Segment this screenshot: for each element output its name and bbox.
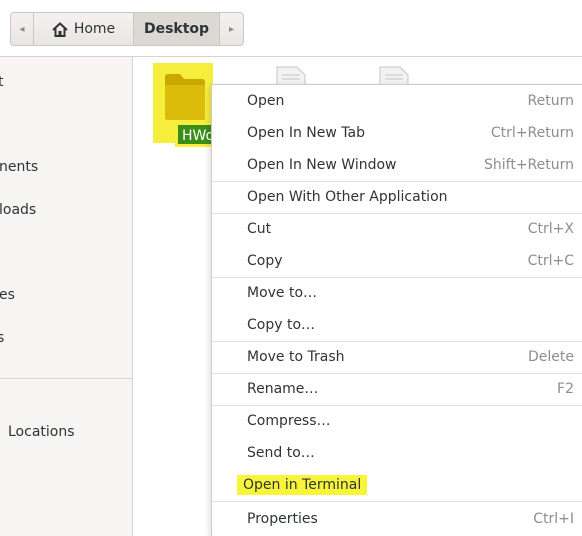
home-icon <box>52 21 68 37</box>
menu-item-label: Cut <box>247 221 272 237</box>
sidebar-item-label: loads <box>0 202 37 218</box>
sidebar-item-recent[interactable]: t <box>0 67 130 97</box>
menu-item-label: Move to Trash <box>247 349 345 365</box>
sidebar-item-label: t <box>0 74 4 90</box>
menu-item-open-new-window[interactable]: Open In New Window Shift+Return <box>212 149 582 181</box>
menu-item-move-to[interactable]: Move to… <box>212 277 582 309</box>
sidebar-item-other-locations[interactable]: Locations <box>8 417 140 447</box>
path-bar: ◂ Home Desktop ▸ <box>10 12 244 46</box>
menu-item-compress[interactable]: Compress… <box>212 405 582 437</box>
menu-item-open-with[interactable]: Open With Other Application <box>212 181 582 213</box>
path-desktop-button[interactable]: Desktop <box>134 12 220 46</box>
menu-item-copy-to[interactable]: Copy to… <box>212 309 582 341</box>
path-home-label: Home <box>73 21 116 37</box>
menu-item-open-in-terminal[interactable]: Open in Terminal <box>212 469 582 501</box>
menu-item-label: Open In New Window <box>247 157 397 173</box>
menu-item-label: Compress… <box>247 413 331 429</box>
document-icon[interactable] <box>378 65 410 85</box>
sidebar-item-documents[interactable]: nents <box>0 152 131 182</box>
sidebar-item-downloads[interactable]: loads <box>0 195 131 225</box>
menu-item-open-new-tab[interactable]: Open In New Tab Ctrl+Return <box>212 117 582 149</box>
menu-item-accel: Ctrl+Return <box>490 125 574 141</box>
path-forward-button[interactable]: ▸ <box>220 12 244 46</box>
menu-item-send-to[interactable]: Send to… <box>212 437 582 469</box>
menu-item-cut[interactable]: Cut Ctrl+X <box>212 213 582 245</box>
menu-item-label: Move to… <box>247 285 318 301</box>
sidebar: t nents loads es s Locations <box>0 56 133 536</box>
menu-item-move-to-trash[interactable]: Move to Trash Delete <box>212 341 582 373</box>
menu-item-label: Rename… <box>247 381 319 397</box>
menu-item-label: Open <box>247 93 285 109</box>
menu-item-open[interactable]: Open Return <box>212 85 582 117</box>
sidebar-item-label: Locations <box>8 424 75 440</box>
context-menu: Open Return Open In New Tab Ctrl+Return Op… <box>211 84 582 536</box>
menu-item-accel: Return <box>527 93 574 109</box>
sidebar-item-videos[interactable]: s <box>0 323 129 353</box>
folder-icon <box>165 74 205 120</box>
sidebar-item-label: es <box>0 287 15 303</box>
menu-item-accel: Ctrl+C <box>527 253 574 269</box>
sidebar-item-pictures[interactable]: es <box>0 280 131 310</box>
menu-item-rename[interactable]: Rename… F2 <box>212 373 582 405</box>
menu-item-accel: F2 <box>557 381 574 397</box>
menu-item-label: Copy to… <box>247 317 316 333</box>
menu-item-label: Open In New Tab <box>247 125 365 141</box>
menu-item-accel: Ctrl+I <box>533 511 574 527</box>
path-home-button[interactable]: Home <box>34 12 134 46</box>
menu-item-label: Send to… <box>247 445 315 461</box>
menu-item-copy[interactable]: Copy Ctrl+C <box>212 245 582 277</box>
folder-item-selected[interactable]: HWorld <box>153 63 240 147</box>
menu-item-label: Properties <box>247 511 318 527</box>
menu-item-label: Open With Other Application <box>247 189 448 205</box>
menu-item-accel: Delete <box>528 349 574 365</box>
menu-item-label: Open in Terminal <box>237 475 368 495</box>
path-back-button[interactable]: ◂ <box>10 12 34 46</box>
document-icon[interactable] <box>275 65 307 85</box>
sidebar-separator <box>0 378 132 379</box>
sidebar-item-label: nents <box>0 159 39 175</box>
menu-item-accel: Ctrl+X <box>527 221 574 237</box>
menu-item-accel: Shift+Return <box>483 157 574 173</box>
menu-item-label: Copy <box>247 253 283 269</box>
sidebar-item-label: s <box>0 330 5 346</box>
menu-separator <box>212 501 582 502</box>
header-bar: ◂ Home Desktop ▸ <box>0 0 582 56</box>
menu-item-properties[interactable]: Properties Ctrl+I <box>212 503 582 535</box>
